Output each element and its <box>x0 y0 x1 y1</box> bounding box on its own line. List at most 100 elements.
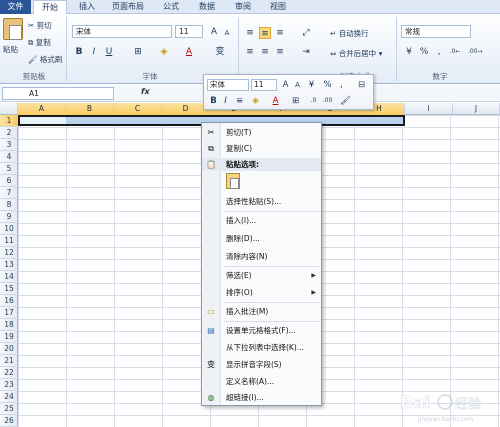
phonetic-icon[interactable]: 变 <box>214 46 226 58</box>
row-header[interactable]: 11 <box>0 235 18 247</box>
tab-data[interactable]: 数据 <box>192 0 222 14</box>
format-brush-icon[interactable]: 🖌 <box>340 95 351 107</box>
row-header[interactable]: 21 <box>0 355 18 367</box>
orientation-icon[interactable]: ⤢ <box>300 27 312 39</box>
row-header[interactable]: 2 <box>0 127 18 139</box>
row-header[interactable]: 12 <box>0 247 18 259</box>
bold-icon[interactable]: B <box>73 46 85 58</box>
menu-item-clear-contents[interactable]: 清除内容(N) <box>202 250 321 263</box>
format-painter-button[interactable]: 🖌 格式刷 <box>28 54 62 65</box>
menu-item-delete[interactable]: 删除(D)... <box>202 232 321 245</box>
italic-icon[interactable]: I <box>88 46 100 58</box>
menu-item-copy[interactable]: ⧉ 复制(C) <box>202 142 321 155</box>
mini-font-size-box[interactable]: 11 <box>251 79 277 91</box>
mini-comma-button[interactable]: , <box>336 79 347 91</box>
row-header[interactable]: 24 <box>0 391 18 403</box>
row-header[interactable]: 22 <box>0 367 18 379</box>
shrink-font-icon[interactable]: A <box>221 27 233 39</box>
row-header[interactable]: 23 <box>0 379 18 391</box>
bold-icon[interactable]: B <box>208 95 219 107</box>
align-center-icon[interactable]: ≡ <box>259 46 271 58</box>
tab-home[interactable]: 开始 <box>33 0 67 15</box>
tab-insert[interactable]: 插入 <box>72 0 102 14</box>
paste-button[interactable]: 粘贴 <box>3 44 18 55</box>
row-header[interactable]: 18 <box>0 319 18 331</box>
row-header[interactable]: 9 <box>0 211 18 223</box>
row-header[interactable]: 3 <box>0 139 18 151</box>
align-left-icon[interactable]: ≡ <box>244 46 256 58</box>
menu-item-insert-comment[interactable]: ▭ 插入批注(M) <box>202 305 321 318</box>
select-all-corner[interactable] <box>0 103 18 115</box>
column-header[interactable]: C <box>114 103 162 115</box>
percent-button[interactable]: % <box>418 46 430 58</box>
format-painter-icon[interactable]: ⊟ <box>356 79 367 91</box>
row-header[interactable]: 6 <box>0 175 18 187</box>
menu-item-paste-special[interactable]: 选择性粘贴(S)... <box>202 195 321 208</box>
increase-decimal-icon[interactable]: .0 <box>308 95 319 107</box>
currency-icon[interactable]: ¥ <box>306 79 317 91</box>
paste-option-icon[interactable] <box>226 173 240 189</box>
tab-review[interactable]: 审阅 <box>228 0 258 14</box>
menu-item-cut[interactable]: ✂ 剪切(T) <box>202 126 321 139</box>
indent-icon[interactable]: ⇥ <box>300 46 312 58</box>
column-header[interactable]: B <box>66 103 114 115</box>
name-box[interactable]: A1 <box>2 87 114 100</box>
font-size-box[interactable]: 11 <box>175 25 203 38</box>
menu-item-phonetic[interactable]: 变 显示拼音字段(S) <box>202 358 321 371</box>
column-header[interactable]: A <box>18 103 66 115</box>
font-name-box[interactable]: 宋体 <box>72 25 172 38</box>
row-header[interactable]: 15 <box>0 283 18 295</box>
shrink-font-icon[interactable]: A <box>292 79 303 91</box>
tab-file[interactable]: 文件 <box>0 0 31 14</box>
border-icon[interactable]: ⊞ <box>132 46 144 58</box>
column-header[interactable]: I <box>405 103 453 115</box>
row-header[interactable]: 13 <box>0 259 18 271</box>
decrease-decimal-icon[interactable]: .00→ <box>468 46 483 58</box>
column-header[interactable]: J <box>453 103 500 115</box>
paste-icon[interactable] <box>3 18 23 40</box>
font-color-icon[interactable]: A <box>183 46 195 58</box>
wrap-text-button[interactable]: ↵ 自动换行 <box>330 28 369 39</box>
tab-view[interactable]: 视图 <box>263 0 293 14</box>
align-top-icon[interactable]: ≡ <box>244 27 256 39</box>
row-header[interactable]: 26 <box>0 415 18 427</box>
row-header[interactable]: 10 <box>0 223 18 235</box>
row-header[interactable]: 8 <box>0 199 18 211</box>
align-center-icon[interactable]: ≡ <box>234 95 245 107</box>
merge-center-button[interactable]: ⇔ 合并后居中 ▾ <box>330 48 382 59</box>
row-header[interactable]: 5 <box>0 163 18 175</box>
row-header[interactable]: 25 <box>0 403 18 415</box>
mini-font-name-box[interactable]: 宋体 <box>207 79 249 91</box>
menu-item-filter[interactable]: 筛选(E) ▶ <box>202 269 321 282</box>
menu-item-insert[interactable]: 插入(I)... <box>202 214 321 227</box>
tab-page-layout[interactable]: 页面布局 <box>106 0 150 14</box>
row-header[interactable]: 7 <box>0 187 18 199</box>
mini-percent-button[interactable]: % <box>322 79 333 91</box>
row-header[interactable]: 19 <box>0 331 18 343</box>
decrease-decimal-icon[interactable]: .00 <box>322 95 333 107</box>
row-header[interactable]: 14 <box>0 271 18 283</box>
grow-font-icon[interactable]: A <box>208 26 220 38</box>
align-middle-icon[interactable]: ≡ <box>259 27 271 39</box>
menu-item-hyperlink[interactable]: ◍ 超链接(I)... <box>202 391 321 404</box>
currency-icon[interactable]: ¥ <box>403 46 415 58</box>
cut-button[interactable]: ✂ 剪切 <box>28 20 52 31</box>
align-right-icon[interactable]: ≡ <box>274 46 286 58</box>
menu-item-sort[interactable]: 排序(O) ▶ <box>202 286 321 299</box>
fill-color-icon[interactable]: ◈ <box>158 46 170 58</box>
font-color-icon[interactable]: A <box>270 95 281 107</box>
menu-item-format-cells[interactable]: ▤ 设置单元格格式(F)... <box>202 324 321 337</box>
italic-icon[interactable]: I <box>220 95 231 107</box>
row-header[interactable]: 4 <box>0 151 18 163</box>
number-format-box[interactable]: 常规 <box>401 25 471 38</box>
underline-icon[interactable]: U <box>103 46 115 58</box>
comma-button[interactable]: , <box>433 46 445 58</box>
tab-formulas[interactable]: 公式 <box>156 0 186 14</box>
menu-item-pick-from-list[interactable]: 从下拉列表中选择(K)... <box>202 341 321 354</box>
row-header[interactable]: 1 <box>0 115 18 127</box>
increase-decimal-icon[interactable]: .0← <box>449 46 461 58</box>
row-header[interactable]: 20 <box>0 343 18 355</box>
menu-item-define-name[interactable]: 定义名称(A)... <box>202 375 321 388</box>
align-bottom-icon[interactable]: ≡ <box>274 27 286 39</box>
grow-font-icon[interactable]: A <box>280 79 291 91</box>
